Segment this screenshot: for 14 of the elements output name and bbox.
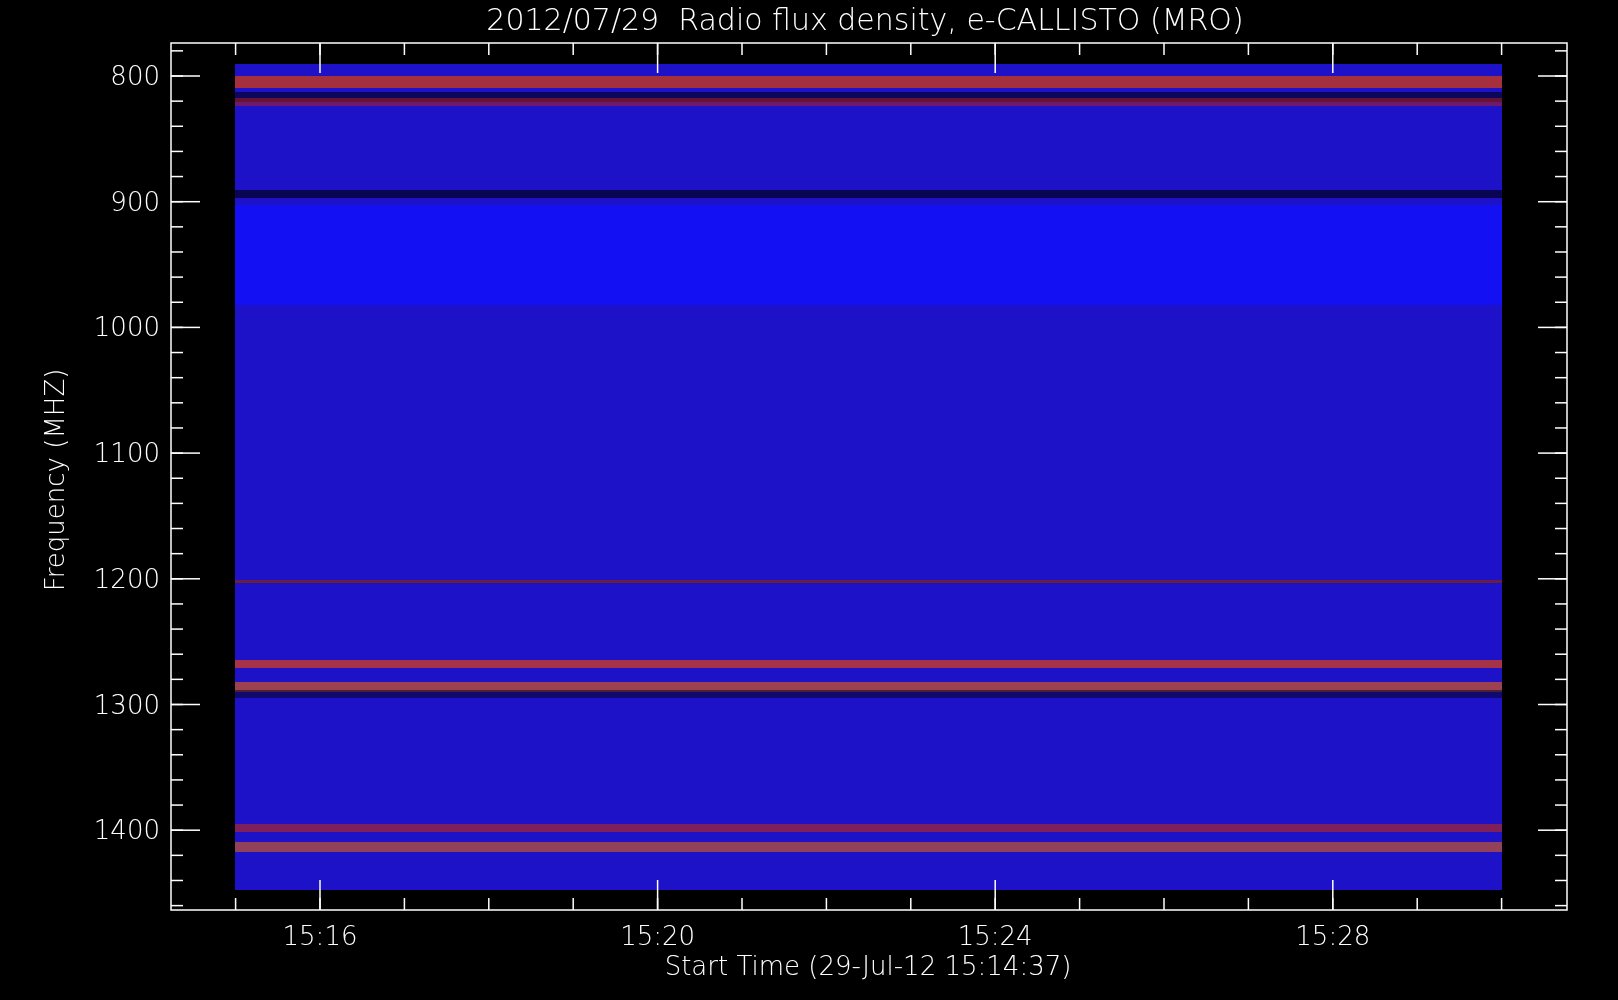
- chart-title: 2012/07/29 Radio flux density, e-CALLISTO (MRO): [486, 2, 1244, 37]
- y-tick-label: 1100: [93, 438, 160, 469]
- x-axis-label: Start Time (29-Jul-12 15:14:37): [664, 951, 1072, 981]
- y-tick-label: 900: [110, 186, 160, 217]
- y-tick-label: 1400: [93, 815, 160, 846]
- x-tick-label: 15:16: [282, 921, 358, 951]
- y-tick-label: 1200: [93, 563, 160, 594]
- y-axis-label: Frequency (MHZ): [40, 368, 70, 592]
- x-tick-label: 15:28: [1295, 921, 1371, 951]
- x-tick-label: 15:24: [957, 921, 1033, 951]
- x-tick-label: 15:20: [620, 921, 696, 951]
- y-tick-label: 800: [110, 61, 160, 91]
- y-tick-label: 1000: [93, 312, 160, 343]
- y-tick-label: 1300: [93, 689, 160, 720]
